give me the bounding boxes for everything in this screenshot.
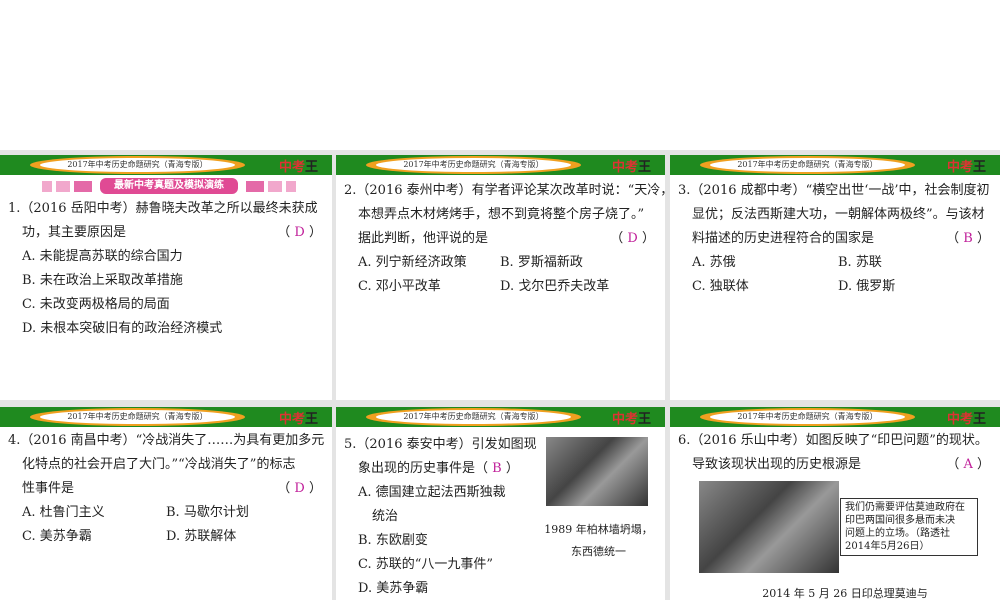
photo-caption: 2014 年 5 月 26 日印总理莫迪与 [762,587,928,600]
question-text: 6.（2016 乐山中考）如图反映了“印巴问题”的现状。 [678,433,988,448]
quote-line: 我们仍需要评估莫迪政府在 [845,502,965,513]
question-text-line: 据此判断，他评说的是（ D ） [358,231,655,246]
quote-line: 问题上的立场。（路透社 [845,528,950,539]
option-a: A. 杜鲁门主义 [22,505,105,520]
option-d: D. 美苏争霸 [358,581,429,596]
answer: B [963,231,973,246]
question-text: 4.（2016 南昌中考）“冷战消失了……为具有更加多元 [8,433,325,448]
question-text-line: 功，其主要原因是（ D ） [22,225,322,240]
logo: 中考王 [611,160,651,175]
option-b: B. 苏联 [838,255,882,270]
option-a: A. 列宁新经济政策 [358,255,467,270]
slide-1: 2017年中考历史命题研究（青海专版） 中考王 最新中考真题及模拟演练 1.（20… [0,155,332,400]
header-title: 2017年中考历史命题研究（青海专版） [403,160,544,169]
berlin-wall-photo [546,437,648,506]
question-text-line: 导致该现状出现的历史根源是（ A ） [692,457,990,472]
slide-header: 2017年中考历史命题研究（青海专版） 中考王 [670,407,1000,427]
logo: 中考王 [946,412,986,427]
question-text: 导致该现状出现的历史根源是 [692,457,862,472]
decor [268,181,282,192]
question-6: 6.（2016 乐山中考）如图反映了“印巴问题”的现状。 导致该现状出现的历史根… [678,429,990,477]
option-a: A. 未能提高苏联的综合国力 [22,249,183,264]
question-text-line: 料描述的历史进程符合的国家是（ B ） [692,231,990,246]
header-title: 2017年中考历史命题研究（青海专版） [67,412,208,421]
reuters-quote-box: 我们仍需要评估莫迪政府在 印巴两国间很多悬而未决 问题上的立场。（路透社 201… [840,498,978,556]
slide-4: 2017年中考历史命题研究（青海专版） 中考王 4.（2016 南昌中考）“冷战消… [0,407,332,600]
option-d: D. 未根本突破旧有的政治经济模式 [22,321,223,336]
slide-3: 2017年中考历史命题研究（青海专版） 中考王 3.（2016 成都中考）“横空出… [670,155,1000,400]
header-title: 2017年中考历史命题研究（青海专版） [737,160,878,169]
question-text: 象出现的历史事件是（ [358,461,489,476]
question-text: 性事件是 [22,481,75,496]
question-text-line: 象出现的历史事件是（ B ） [358,461,519,476]
question-2: 2.（2016 泰州中考）有学者评论某次改革时说：“天冷， 本想弄点木材烤烤手，… [344,179,665,251]
logo: 中考王 [278,412,318,427]
question-text: 5.（2016 泰安中考）引发如图现 [344,437,537,452]
question-text: 据此判断，他评说的是 [358,231,489,246]
question-1: 1.（2016 岳阳中考）赫鲁晓夫改革之所以最终未获成 功，其主要原因是（ D … [8,197,322,341]
question-3: 3.（2016 成都中考）“横空出世‘一战’中，社会制度初 显优；反法西斯建大功… [678,179,990,251]
option-c: C. 苏联的“八一九事件” [358,557,494,572]
option-c: C. 未改变两极格局的局面 [22,297,170,312]
answer: A [963,457,973,472]
question-text: 3.（2016 成都中考）“横空出世‘一战’中，社会制度初 [678,183,990,198]
header-title: 2017年中考历史命题研究（青海专版） [67,160,208,169]
question-5: 5.（2016 泰安中考）引发如图现 象出现的历史事件是（ B ） A. 德国建… [344,433,545,600]
option-c: C. 美苏争霸 [22,529,92,544]
slide-header: 2017年中考历史命题研究（青海专版） 中考王 [0,407,332,427]
decor [246,181,264,192]
question-text: 料描述的历史进程符合的国家是 [692,231,875,246]
option-b: B. 罗斯福新政 [500,255,583,270]
question-text-line: 性事件是（ D ） [22,481,322,496]
question-text: 本想弄点木材烤烤手，想不到竟将整个房子烧了。” [358,207,645,222]
section-banner: 最新中考真题及模拟演练 [100,178,238,194]
option-c: C. 邓小平改革 [358,279,441,294]
option-b: B. 马歇尔计划 [166,505,249,520]
slide-header: 2017年中考历史命题研究（青海专版） 中考王 [0,155,332,175]
slide-header: 2017年中考历史命题研究（青海专版） 中考王 [670,155,1000,175]
option-d: D. 苏联解体 [166,529,237,544]
quote-line: 2014年5月26日） [845,541,930,552]
option-b: B. 未在政治上采取改革措施 [22,273,183,288]
option-a: A. 苏俄 [692,255,736,270]
decor [42,181,52,192]
decor [286,181,296,192]
option-a: A. 德国建立起法西斯独裁 [358,485,506,500]
photo-caption: 东西德统一 [571,545,626,558]
logo: 中考王 [611,412,651,427]
question-4: 4.（2016 南昌中考）“冷战消失了……为具有更加多元 化特点的社会开启了大门… [8,429,325,501]
decor [56,181,70,192]
question-text: 功，其主要原因是 [22,225,127,240]
answer: B [492,461,502,476]
slide-header: 2017年中考历史命题研究（青海专版） 中考王 [336,407,665,427]
option-b: B. 东欧剧变 [358,533,428,548]
logo: 中考王 [946,160,986,175]
option-a-cont: 统治 [372,509,399,524]
answer: D [627,231,638,246]
quote-line: 印巴两国间很多悬而未决 [845,515,955,526]
answer: D [294,481,305,496]
answer: D [294,225,305,240]
question-text: 1.（2016 岳阳中考）赫鲁晓夫改革之所以最终未获成 [8,201,318,216]
header-title: 2017年中考历史命题研究（青海专版） [737,412,878,421]
decor [74,181,92,192]
leaders-handshake-photo [699,481,839,573]
question-text: 显优；反法西斯建大功，一朝解体两极终”。与该材 [692,207,985,222]
question-text: 2.（2016 泰州中考）有学者评论某次改革时说：“天冷， [344,183,665,198]
option-d: D. 俄罗斯 [838,279,896,294]
option-d: D. 戈尔巴乔夫改革 [500,279,610,294]
logo: 中考王 [278,160,318,175]
option-c: C. 独联体 [692,279,749,294]
photo-caption: 1989 年柏林墙坍塌， [544,523,653,536]
slide-2: 2017年中考历史命题研究（青海专版） 中考王 2.（2016 泰州中考）有学者评… [336,155,665,400]
question-text: 化特点的社会开启了大门。”“冷战消失了”的标志 [22,457,296,472]
slide-5: 2017年中考历史命题研究（青海专版） 中考王 5.（2016 泰安中考）引发如图… [336,407,665,600]
slide-6: 2017年中考历史命题研究（青海专版） 中考王 6.（2016 乐山中考）如图反映… [670,407,1000,600]
header-title: 2017年中考历史命题研究（青海专版） [403,412,544,421]
slide-header: 2017年中考历史命题研究（青海专版） 中考王 [336,155,665,175]
